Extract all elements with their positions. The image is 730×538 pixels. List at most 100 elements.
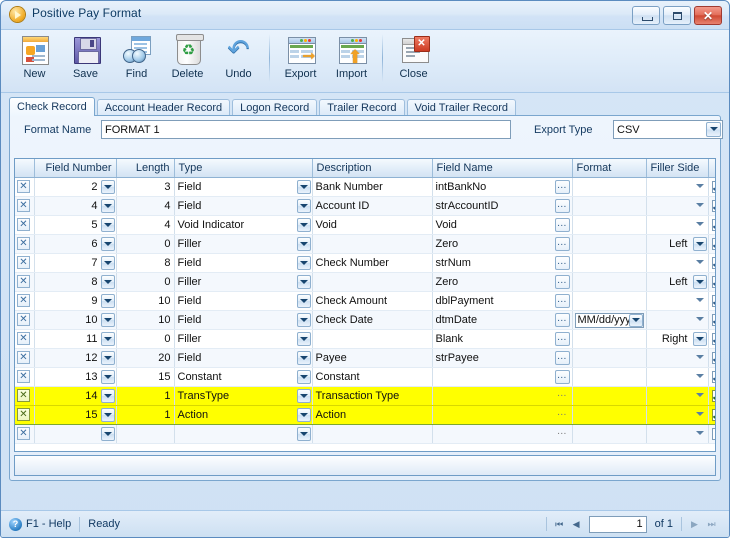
enabled-checkbox[interactable] xyxy=(711,332,715,345)
cell-field-name[interactable]: … xyxy=(432,405,573,425)
cell-field-number[interactable]: 10 xyxy=(34,310,117,330)
cell-format[interactable] xyxy=(572,348,647,368)
chevron-down-icon[interactable] xyxy=(693,389,707,403)
cell-filler-side[interactable]: Left xyxy=(646,272,709,292)
chevron-down-icon[interactable] xyxy=(693,199,707,213)
cell-enabled[interactable] xyxy=(708,424,715,444)
enabled-checkbox[interactable] xyxy=(711,313,715,326)
cell-type[interactable]: TransType xyxy=(174,385,313,406)
toolbar-button-save[interactable]: Save xyxy=(60,30,111,88)
enabled-checkbox[interactable] xyxy=(711,427,715,440)
toolbar-button-undo[interactable]: ↶ Undo xyxy=(213,30,264,88)
field-name-picker-icon[interactable]: … xyxy=(554,350,570,365)
cell-format[interactable] xyxy=(572,405,647,425)
cell-description[interactable]: Action xyxy=(312,405,433,425)
cell-filler-side[interactable]: Right xyxy=(646,329,709,349)
chevron-down-icon[interactable] xyxy=(100,312,115,327)
col-format[interactable]: Format xyxy=(572,159,647,178)
cell-description[interactable]: Account ID xyxy=(312,196,433,216)
delete-row-icon[interactable]: ✕ xyxy=(17,218,30,231)
cell-type[interactable]: Field xyxy=(174,310,313,330)
cell-type[interactable]: Filler xyxy=(174,329,313,349)
chevron-down-icon[interactable] xyxy=(296,350,311,365)
chevron-down-icon[interactable] xyxy=(693,180,707,194)
cell-description[interactable]: Check Amount xyxy=(312,291,433,311)
chevron-down-icon[interactable] xyxy=(693,218,707,232)
chevron-down-icon[interactable] xyxy=(100,426,115,441)
cell-filler-side[interactable] xyxy=(646,348,709,368)
cell-description[interactable] xyxy=(312,234,433,254)
table-row[interactable]: ✕… xyxy=(15,424,715,444)
col-length[interactable]: Length xyxy=(116,159,175,178)
field-definitions-grid[interactable]: Field Number Length Type Description Fie… xyxy=(14,158,716,452)
cell-type[interactable]: Filler xyxy=(174,272,313,292)
field-name-picker-icon[interactable]: … xyxy=(555,407,570,422)
delete-row-icon[interactable]: ✕ xyxy=(17,408,30,421)
delete-row-icon[interactable]: ✕ xyxy=(17,237,30,250)
cell-field-number[interactable]: 2 xyxy=(34,177,117,197)
cell-filler-side[interactable] xyxy=(646,177,709,197)
cell-field-number[interactable]: 15 xyxy=(34,405,117,425)
row-delete-cell[interactable]: ✕ xyxy=(15,385,35,406)
chevron-down-icon[interactable] xyxy=(296,388,311,403)
cell-field-number[interactable]: 14 xyxy=(34,385,117,406)
cell-description[interactable]: Check Date xyxy=(312,310,433,330)
cell-filler-side[interactable] xyxy=(646,253,709,273)
field-name-picker-icon[interactable]: … xyxy=(554,179,570,194)
chevron-down-icon[interactable] xyxy=(100,388,115,403)
cell-enabled[interactable] xyxy=(708,215,715,235)
chevron-down-icon[interactable] xyxy=(693,408,707,422)
cell-field-name[interactable]: Void… xyxy=(432,215,573,235)
cell-type[interactable]: Field xyxy=(174,253,313,273)
delete-row-icon[interactable]: ✕ xyxy=(17,351,30,364)
delete-row-icon[interactable]: ✕ xyxy=(17,389,30,402)
chevron-down-icon[interactable] xyxy=(296,331,311,346)
enabled-checkbox[interactable] xyxy=(711,389,715,402)
cell-length[interactable]: 0 xyxy=(116,234,175,254)
cell-field-name[interactable]: strPayee… xyxy=(432,348,573,368)
cell-field-number[interactable]: 8 xyxy=(34,272,117,292)
cell-enabled[interactable] xyxy=(708,253,715,273)
field-name-picker-icon[interactable]: … xyxy=(554,217,570,232)
cell-enabled[interactable] xyxy=(708,177,715,197)
cell-length[interactable]: 0 xyxy=(116,329,175,349)
cell-format[interactable] xyxy=(572,196,647,216)
chevron-down-icon[interactable] xyxy=(693,313,707,327)
cell-field-number[interactable]: 12 xyxy=(34,348,117,368)
cell-enabled[interactable] xyxy=(708,310,715,330)
cell-field-name[interactable]: dblPayment… xyxy=(432,291,573,311)
col-field-name[interactable]: Field Name xyxy=(432,159,573,178)
toolbar-button-export[interactable]: ➞ Export xyxy=(275,30,326,88)
row-delete-cell[interactable]: ✕ xyxy=(15,348,35,368)
chevron-down-icon[interactable] xyxy=(100,236,115,251)
chevron-down-icon[interactable] xyxy=(100,217,115,232)
chevron-down-icon[interactable] xyxy=(100,198,115,213)
cell-type[interactable]: Field xyxy=(174,177,313,197)
delete-row-icon[interactable]: ✕ xyxy=(17,199,30,212)
cell-format[interactable] xyxy=(572,234,647,254)
enabled-checkbox[interactable] xyxy=(711,351,715,364)
row-delete-cell[interactable]: ✕ xyxy=(15,215,35,235)
cell-type[interactable]: Field xyxy=(174,196,313,216)
cell-type[interactable]: Action xyxy=(174,405,313,425)
cell-description[interactable] xyxy=(312,424,433,444)
cell-field-name[interactable]: … xyxy=(432,367,573,387)
chevron-down-icon[interactable] xyxy=(296,407,311,422)
export-type-select[interactable]: CSV xyxy=(613,120,723,139)
table-row[interactable]: ✕ 5 4 Void Indicator Void Void… xyxy=(15,215,715,235)
enabled-checkbox[interactable] xyxy=(711,408,715,421)
col-filler-side[interactable]: Filler Side xyxy=(646,159,709,178)
row-delete-cell[interactable]: ✕ xyxy=(15,272,35,292)
cell-type[interactable]: Constant xyxy=(174,367,313,387)
chevron-down-icon[interactable] xyxy=(100,293,115,308)
chevron-down-icon[interactable] xyxy=(100,255,115,270)
col-enabled[interactable] xyxy=(708,159,715,178)
cell-enabled[interactable] xyxy=(708,272,715,292)
cell-filler-side[interactable] xyxy=(646,367,709,387)
chevron-down-icon[interactable] xyxy=(296,179,311,194)
enabled-checkbox[interactable] xyxy=(711,275,715,288)
cell-length[interactable]: 10 xyxy=(116,291,175,311)
cell-filler-side[interactable] xyxy=(646,291,709,311)
chevron-down-icon[interactable] xyxy=(100,407,115,422)
chevron-down-icon[interactable] xyxy=(100,179,115,194)
